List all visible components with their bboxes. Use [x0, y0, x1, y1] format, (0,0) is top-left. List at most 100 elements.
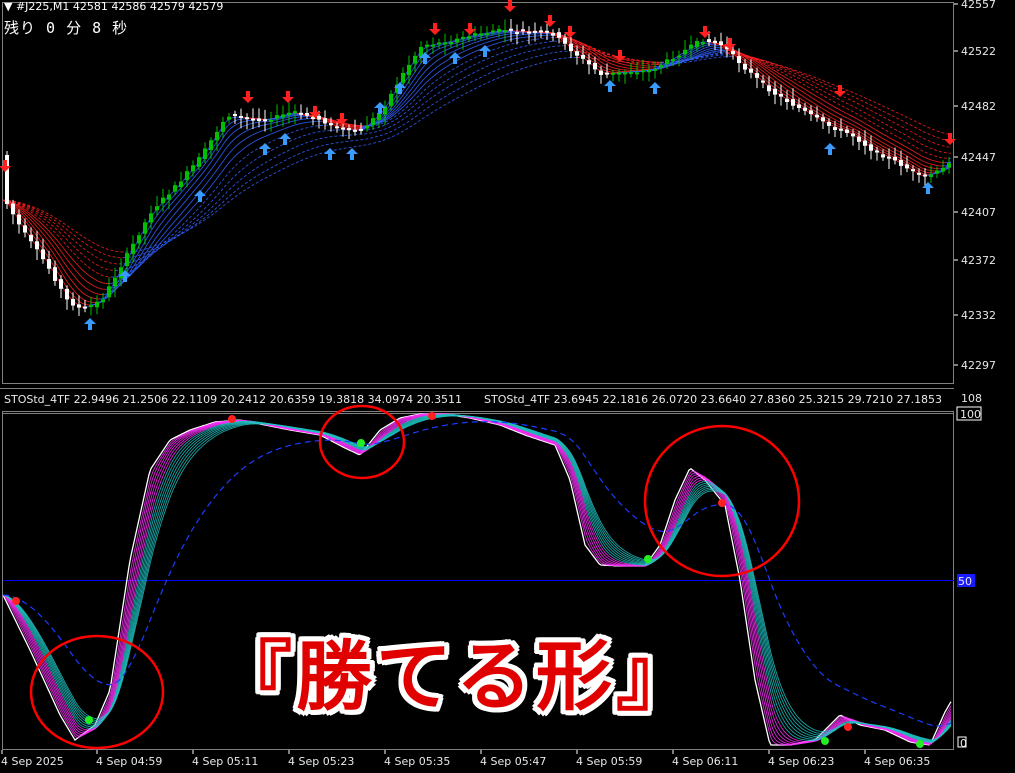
bear-candle — [335, 126, 339, 129]
time-label: 4 Sep 2025 — [1, 755, 64, 768]
bull-candle — [677, 55, 681, 58]
bear-candle — [251, 118, 255, 121]
bull-candle — [287, 112, 291, 115]
bull-candle — [209, 140, 213, 151]
bear-candle — [563, 37, 567, 44]
bear-candle — [923, 174, 927, 177]
bear-candle — [17, 214, 21, 225]
bull-candle — [179, 181, 183, 188]
bear-candle — [821, 117, 825, 122]
bear-candle — [917, 172, 921, 175]
bear-candle — [791, 99, 795, 106]
indicator-label-2: STOStd_4TF 23.6945 22.1816 26.0720 23.66… — [484, 393, 942, 406]
bear-candle — [737, 56, 741, 64]
bear-candle — [911, 169, 915, 172]
bull-candle — [641, 70, 645, 73]
bear-candle — [305, 112, 309, 116]
bull-candle — [449, 42, 453, 45]
bear-candle — [47, 259, 51, 269]
bear-candle — [11, 203, 15, 215]
bull-candle — [671, 59, 675, 62]
bull-candle — [485, 33, 489, 36]
indicator-scale-100: 100 — [960, 408, 981, 421]
symbol-header: ▼ #J225,M1 42581 42586 42579 42579 — [4, 0, 224, 13]
bear-candle — [569, 43, 573, 51]
bear-candle — [239, 115, 243, 118]
bear-candle — [803, 107, 807, 111]
bear-candle — [809, 110, 813, 115]
bull-candle — [497, 28, 501, 32]
bear-candle — [245, 117, 249, 120]
bull-candle — [701, 42, 705, 45]
bear-candle — [599, 70, 603, 75]
indicator-label-1: STOStd_4TF 22.9496 21.2506 22.1109 20.24… — [4, 393, 462, 406]
bull-candle — [941, 167, 945, 172]
bull-candle — [479, 33, 483, 36]
bull-candle — [653, 68, 657, 71]
bull-candle — [617, 72, 621, 75]
time-label: 4 Sep 05:11 — [192, 755, 258, 768]
bear-candle — [761, 80, 765, 83]
bear-candle — [35, 241, 39, 250]
bull-candle — [281, 114, 285, 118]
bull-candle — [113, 277, 117, 287]
bear-candle — [743, 63, 747, 70]
bull-candle — [203, 148, 207, 160]
bear-candle — [767, 85, 771, 92]
time-label: 4 Sep 05:59 — [576, 755, 642, 768]
bull-candle — [689, 44, 693, 49]
bear-candle — [875, 150, 879, 153]
bull-candle — [149, 213, 153, 223]
bull-candle — [389, 93, 393, 106]
bear-candle — [755, 73, 759, 78]
bear-candle — [785, 98, 789, 102]
bull-candle — [173, 185, 177, 192]
bear-candle — [299, 112, 303, 115]
bear-candle — [527, 31, 531, 34]
bull-candle — [629, 71, 633, 74]
bear-candle — [893, 156, 897, 161]
bull-candle — [929, 174, 933, 178]
overlay-headline: 『勝てる形』 — [216, 632, 696, 721]
bear-candle — [773, 88, 777, 95]
bear-candle — [827, 121, 831, 126]
bull-candle — [137, 235, 141, 244]
time-label: 4 Sep 04:59 — [96, 755, 162, 768]
bear-candle — [545, 30, 549, 33]
bear-candle — [257, 118, 261, 122]
buy-signal-dot — [821, 737, 829, 745]
bull-candle — [293, 111, 297, 114]
bull-candle — [89, 305, 93, 308]
bull-candle — [185, 171, 189, 181]
sell-signal-dot — [428, 412, 436, 420]
bear-candle — [845, 129, 849, 133]
bull-candle — [401, 72, 405, 83]
sell-signal-dot — [718, 499, 726, 507]
bear-candle — [83, 306, 87, 309]
bull-candle — [455, 38, 459, 43]
bull-candle — [95, 301, 99, 308]
bull-candle — [947, 163, 951, 168]
bear-candle — [77, 304, 81, 308]
bull-candle — [131, 243, 135, 254]
indicator-level-50: 50 — [958, 575, 972, 588]
bull-candle — [683, 49, 687, 55]
bear-candle — [551, 32, 555, 36]
indicator-scale-top: 108 — [961, 392, 982, 405]
bull-candle — [623, 72, 627, 75]
bull-candle — [407, 64, 411, 76]
bull-candle — [659, 65, 663, 68]
bear-candle — [881, 154, 885, 158]
bear-candle — [341, 127, 345, 130]
time-label: 4 Sep 05:35 — [384, 755, 450, 768]
bear-candle — [731, 50, 735, 55]
bear-candle — [533, 30, 537, 33]
bull-candle — [425, 44, 429, 47]
bull-candle — [935, 170, 939, 174]
buy-signal-dot — [357, 439, 365, 447]
bull-candle — [155, 206, 159, 211]
bear-candle — [23, 225, 27, 233]
price-label: 42447 — [961, 151, 996, 164]
sell-signal-dot — [12, 597, 20, 605]
bear-candle — [863, 140, 867, 146]
